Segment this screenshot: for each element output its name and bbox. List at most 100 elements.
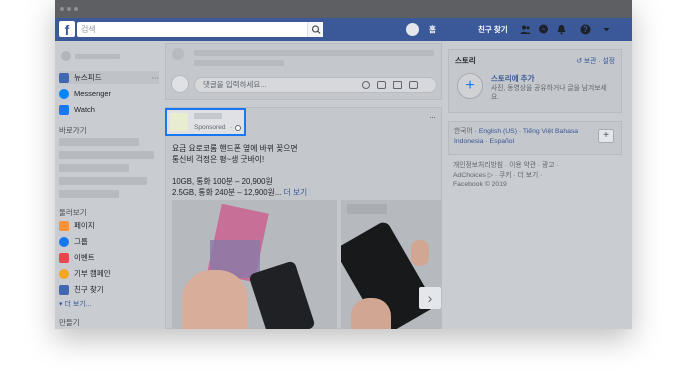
language-list: 한국어 · English (US) · Tiếng Việt Bahasa I… (454, 128, 579, 145)
watch-icon (59, 104, 69, 115)
screenshot-stage: f 검색 홈 친구 찾기 ? 뉴스피드 ··· Messenger Watch … (0, 0, 700, 389)
sponsored-page-header[interactable]: Sponsored · (165, 108, 246, 136)
language-item[interactable]: English (US) (479, 128, 517, 135)
emoji-icon[interactable] (362, 81, 370, 89)
sidebar-item-watch[interactable]: Watch (59, 103, 95, 116)
footer-link[interactable]: AdChoices ▷ (453, 172, 493, 179)
close-dot[interactable] (60, 7, 64, 11)
newsfeed-more-icon[interactable]: ··· (152, 73, 160, 82)
groups-icon (59, 236, 69, 247)
sidebar-item-label: 기부 캠페인 (74, 269, 111, 278)
sidebar-item-groups[interactable]: 그룹 (59, 235, 88, 248)
finger-shape (411, 240, 429, 266)
archive-icon: ↺ (576, 58, 583, 65)
find-friends-link[interactable]: 친구 찾기 (478, 24, 508, 35)
sidebar-item-pages[interactable]: 페이지 (59, 219, 95, 232)
home-link[interactable]: 홈 (429, 24, 436, 35)
post-body: 요금 요로코롬 핸드폰 옆에 바뀌 꽂으면 통신비 걱정은 평~생 굿바이! 1… (172, 143, 434, 198)
sidebar-item-label: 이벤트 (74, 253, 95, 262)
sidebar-item-label: 뉴스피드 (74, 73, 102, 82)
language-item[interactable]: Tiếng Việt (523, 128, 553, 135)
blurred-shortcut[interactable] (59, 151, 154, 159)
sidebar-item-label: 그룹 (74, 237, 88, 246)
blurred-shortcut[interactable] (59, 177, 147, 185)
separator: · (230, 124, 233, 131)
shortcuts-heading: 바로가기 (59, 126, 87, 135)
post-image-sim-card[interactable] (172, 200, 337, 329)
comment-input[interactable]: 댓글을 입력하세요... (194, 77, 437, 93)
facebook-logo[interactable]: f (59, 21, 75, 38)
profile-avatar[interactable] (406, 23, 419, 36)
search-button[interactable] (307, 22, 323, 37)
blurred-avatar (172, 48, 184, 60)
account-menu-chevron-icon[interactable] (601, 24, 612, 35)
footer-link[interactable]: 이용 약관 (509, 162, 536, 169)
blurred-user-name (75, 54, 120, 59)
sidebar-item-newsfeed[interactable]: 뉴스피드 ··· (59, 71, 159, 84)
language-item[interactable]: Bahasa Indonesia (454, 128, 578, 145)
blurred-composer-tabs (194, 60, 284, 66)
blurred-shortcut[interactable] (59, 138, 139, 146)
stories-title: 스토리 (455, 56, 476, 65)
globe-icon (235, 125, 241, 131)
search-input[interactable]: 검색 (77, 22, 323, 37)
hand-shape (182, 270, 248, 329)
sidebar-item-find-friends[interactable]: 친구 찾기 (59, 283, 104, 296)
page-content: 뉴스피드 ··· Messenger Watch 바로가기 둘러보기 페이지 그… (55, 41, 632, 329)
footer-link[interactable]: 광고 (542, 162, 555, 169)
footer-link[interactable]: 더 보기 (518, 172, 539, 179)
page-avatar[interactable] (170, 113, 188, 131)
zoom-dot[interactable] (74, 7, 78, 11)
blurred-shortcut[interactable] (59, 164, 129, 172)
events-icon (59, 252, 69, 263)
blurred-page-name[interactable] (194, 113, 222, 119)
see-more-link[interactable]: ▾ 더 보기... (59, 297, 92, 310)
post-text-line: 10GB, 통화 100분 – 20,900원 (172, 177, 273, 186)
pages-icon (59, 220, 69, 231)
gif-icon[interactable] (393, 81, 402, 89)
sidebar-item-events[interactable]: 이벤트 (59, 251, 95, 264)
footer-link[interactable]: 쿠키 (499, 172, 512, 179)
notifications-icon[interactable] (556, 24, 567, 35)
add-story-plus-icon[interactable]: + (457, 73, 483, 99)
sidebar-item-label: Messenger (74, 89, 112, 98)
sidebar-item-label: Watch (74, 105, 95, 114)
stories-archive-link[interactable]: 보관 (584, 58, 597, 65)
add-story-title[interactable]: 스토리에 추가 (491, 73, 534, 84)
find-friends-icon (59, 284, 69, 295)
sidebar-item-messenger[interactable]: Messenger (59, 87, 111, 100)
footer-copyright: Facebook © 2019 (453, 181, 507, 188)
post-options-icon[interactable]: ··· (429, 112, 436, 122)
user-avatar[interactable] (61, 51, 71, 61)
add-language-button[interactable]: + (598, 129, 614, 143)
stories-settings-link[interactable]: 설정 (602, 58, 615, 65)
hand-shape (351, 298, 391, 329)
post-image-phone[interactable] (341, 200, 441, 329)
messenger-icon[interactable] (538, 24, 549, 35)
footer-link[interactable]: 개인정보처리방침 (453, 162, 503, 169)
minimize-dot[interactable] (67, 7, 71, 11)
language-item[interactable]: 한국어 (454, 128, 473, 135)
language-item[interactable]: Español (490, 138, 515, 145)
explore-heading: 둘러보기 (59, 208, 87, 217)
carousel-next-button[interactable]: › (419, 287, 441, 309)
language-card: 한국어 · English (US) · Tiếng Việt Bahasa I… (448, 121, 622, 155)
stories-card: 스토리 ↺ 보관 · 설정 + 스토리에 추가 사진, 동영상을 공유하거나 글… (448, 49, 622, 113)
post-text-line (172, 165, 434, 176)
camera-icon[interactable] (377, 81, 386, 89)
blurred-shortcut[interactable] (59, 190, 119, 198)
stories-links: ↺ 보관 · 설정 (576, 55, 615, 65)
blurred-image-area (347, 204, 387, 214)
post-see-more-link[interactable]: 더 보기 (284, 188, 308, 197)
blurred-composer-tabs (194, 50, 434, 56)
sidebar-item-label: 친구 찾기 (74, 285, 104, 294)
svg-text:?: ? (583, 25, 588, 34)
search-placeholder: 검색 (81, 25, 96, 34)
friend-requests-icon[interactable] (520, 24, 531, 35)
composer-avatar (171, 75, 189, 93)
newsfeed-icon (59, 72, 69, 83)
sidebar-item-fundraiser[interactable]: 기부 캠페인 (59, 267, 111, 280)
create-heading: 만들기 (59, 318, 80, 327)
help-icon[interactable]: ? (580, 24, 591, 35)
sticker-icon[interactable] (409, 81, 418, 89)
